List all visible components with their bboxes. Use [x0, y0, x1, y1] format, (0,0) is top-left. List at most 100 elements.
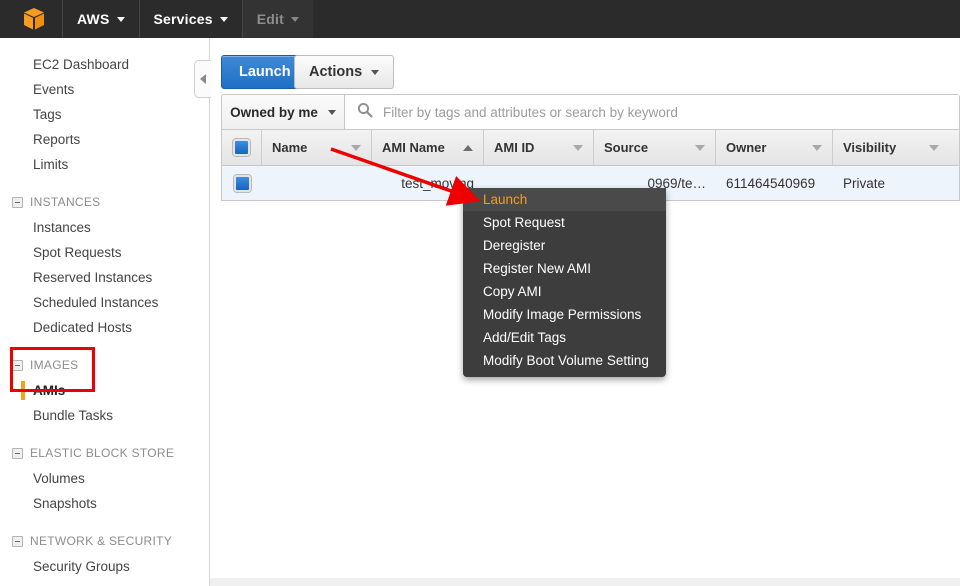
- column-header-owner[interactable]: Owner: [716, 130, 833, 165]
- menu-item-copy-ami[interactable]: Copy AMI: [463, 280, 666, 303]
- sidebar-item-label: Dedicated Hosts: [33, 320, 132, 335]
- sort-descending-icon: [929, 145, 939, 151]
- select-all-checkbox[interactable]: [233, 139, 250, 156]
- menu-item-modify-image-permissions[interactable]: Modify Image Permissions: [463, 303, 666, 326]
- row-checkbox-cell[interactable]: [222, 166, 262, 200]
- sidebar-item-reports[interactable]: Reports: [0, 127, 209, 152]
- collapse-toggle-icon[interactable]: [12, 536, 23, 547]
- sidebar-item-instances[interactable]: Instances: [0, 215, 209, 240]
- column-header-label: Visibility: [843, 140, 896, 155]
- column-header-ami-id[interactable]: AMI ID: [484, 130, 594, 165]
- top-navigation-bar: AWS Services Edit: [0, 0, 960, 38]
- sidebar-item-dedicated-hosts[interactable]: Dedicated Hosts: [0, 315, 209, 340]
- cell-owner: 611464540969: [716, 166, 833, 200]
- sidebar-item-label: Reports: [33, 132, 80, 147]
- sidebar-item-label: Instances: [33, 220, 91, 235]
- owner-filter-value: Owned by me: [230, 105, 318, 120]
- nav-item-services[interactable]: Services: [140, 0, 242, 38]
- sidebar-item-reserved-instances[interactable]: Reserved Instances: [0, 265, 209, 290]
- menu-item-modify-boot-volume-setting[interactable]: Modify Boot Volume Setting: [463, 349, 666, 372]
- sidebar-group-label: INSTANCES: [30, 195, 101, 209]
- row-checkbox[interactable]: [234, 175, 251, 192]
- menu-item-register-new-ami[interactable]: Register New AMI: [463, 257, 666, 280]
- sidebar-collapse-handle[interactable]: [194, 60, 211, 98]
- sidebar-group-label: ELASTIC BLOCK STORE: [30, 446, 174, 460]
- action-toolbar: Launch Actions: [210, 38, 960, 92]
- menu-item-spot-request[interactable]: Spot Request: [463, 211, 666, 234]
- column-header-source[interactable]: Source: [594, 130, 716, 165]
- sidebar-item-tags[interactable]: Tags: [0, 102, 209, 127]
- sidebar-group-label: IMAGES: [30, 358, 78, 372]
- actions-context-menu: Launch Spot Request Deregister Register …: [463, 188, 666, 377]
- sort-descending-icon: [695, 145, 705, 151]
- sidebar: EC2 Dashboard Events Tags Reports Limits…: [0, 38, 210, 586]
- actions-button[interactable]: Actions: [294, 55, 394, 89]
- sidebar-group-images[interactable]: IMAGES: [0, 352, 209, 378]
- nav-item-aws[interactable]: AWS: [63, 0, 139, 38]
- search-input[interactable]: Filter by tags and attributes or search …: [345, 95, 959, 129]
- sidebar-item-label: Spot Requests: [33, 245, 122, 260]
- sidebar-item-snapshots[interactable]: Snapshots: [0, 491, 209, 516]
- column-header-name[interactable]: Name: [262, 130, 372, 165]
- sidebar-item-bundle-tasks[interactable]: Bundle Tasks: [0, 403, 209, 428]
- sidebar-item-label: Snapshots: [33, 496, 97, 511]
- chevron-down-icon: [328, 110, 336, 115]
- collapse-toggle-icon[interactable]: [12, 448, 23, 459]
- sidebar-item-security-groups[interactable]: Security Groups: [0, 554, 209, 579]
- sidebar-item-ec2-dashboard[interactable]: EC2 Dashboard: [0, 52, 209, 77]
- filter-bar: Owned by me Filter by tags and attribute…: [221, 94, 960, 130]
- actions-button-label: Actions: [309, 56, 362, 88]
- owner-filter-dropdown[interactable]: Owned by me: [222, 95, 345, 129]
- sort-descending-icon: [573, 145, 583, 151]
- sidebar-item-label: Bundle Tasks: [33, 408, 113, 423]
- search-placeholder: Filter by tags and attributes or search …: [383, 105, 678, 120]
- chevron-down-icon: [220, 17, 228, 22]
- menu-item-launch[interactable]: Launch: [463, 188, 666, 211]
- search-icon: [357, 102, 373, 123]
- chevron-down-icon: [117, 17, 125, 22]
- horizontal-scrollbar[interactable]: [210, 578, 960, 586]
- nav-item-edit-label: Edit: [257, 11, 284, 27]
- column-header-label: Source: [604, 140, 648, 155]
- select-all-checkbox-cell[interactable]: [222, 130, 262, 165]
- sidebar-group-elastic-block-store[interactable]: ELASTIC BLOCK STORE: [0, 440, 209, 466]
- sidebar-item-label: Scheduled Instances: [33, 295, 158, 310]
- sidebar-item-events[interactable]: Events: [0, 77, 209, 102]
- nav-item-aws-label: AWS: [77, 11, 110, 27]
- sidebar-item-label: Tags: [33, 107, 62, 122]
- chevron-down-icon: [371, 70, 379, 75]
- column-header-label: Owner: [726, 140, 766, 155]
- sidebar-group-network-and-security[interactable]: NETWORK & SECURITY: [0, 528, 209, 554]
- sidebar-group-label: NETWORK & SECURITY: [30, 534, 172, 548]
- collapse-toggle-icon[interactable]: [12, 360, 23, 371]
- sidebar-item-volumes[interactable]: Volumes: [0, 466, 209, 491]
- cell-name: [262, 166, 372, 200]
- sidebar-item-spot-requests[interactable]: Spot Requests: [0, 240, 209, 265]
- column-header-ami-name[interactable]: AMI Name: [372, 130, 484, 165]
- sort-descending-icon: [812, 145, 822, 151]
- table-header-row: Name AMI Name AMI ID Source Owner Visibi…: [221, 130, 960, 166]
- sidebar-item-label: Reserved Instances: [33, 270, 152, 285]
- menu-item-deregister[interactable]: Deregister: [463, 234, 666, 257]
- sidebar-item-label: EC2 Dashboard: [33, 57, 129, 72]
- sidebar-item-label: Volumes: [33, 471, 85, 486]
- chevron-down-icon: [291, 17, 299, 22]
- nav-item-edit[interactable]: Edit: [243, 0, 313, 38]
- column-header-label: Name: [272, 140, 307, 155]
- sidebar-item-limits[interactable]: Limits: [0, 152, 209, 177]
- cell-visibility: Private: [833, 166, 949, 200]
- menu-item-add-edit-tags[interactable]: Add/Edit Tags: [463, 326, 666, 349]
- aws-cube-icon[interactable]: [20, 5, 48, 33]
- chevron-left-icon: [200, 74, 206, 84]
- sidebar-item-label: Security Groups: [33, 559, 130, 574]
- column-header-visibility[interactable]: Visibility: [833, 130, 949, 165]
- sidebar-group-instances[interactable]: INSTANCES: [0, 189, 209, 215]
- sidebar-item-label: Limits: [33, 157, 68, 172]
- sidebar-item-amis[interactable]: AMIs: [0, 378, 209, 403]
- sidebar-item-elastic-ips[interactable]: Elastic IPs: [0, 579, 209, 586]
- sidebar-item-scheduled-instances[interactable]: Scheduled Instances: [0, 290, 209, 315]
- sidebar-item-label: Events: [33, 82, 74, 97]
- ec2-ami-console: AWS Services Edit EC2 Dashboard Events T…: [0, 0, 960, 586]
- collapse-toggle-icon[interactable]: [12, 197, 23, 208]
- sort-descending-icon: [351, 145, 361, 151]
